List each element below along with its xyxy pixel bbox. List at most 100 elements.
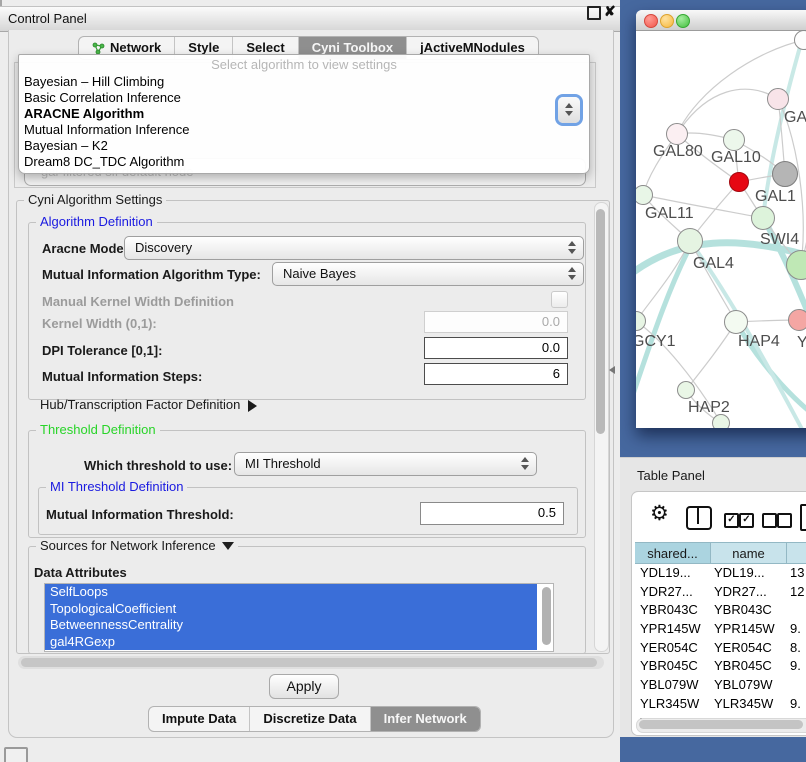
- node-label: GAL4: [693, 255, 734, 273]
- table-horizontal-scrollbar[interactable]: [636, 718, 806, 733]
- algorithm-option[interactable]: Bayesian – K2: [19, 138, 589, 154]
- column-header-name[interactable]: name: [711, 542, 787, 564]
- data-attribute-item[interactable]: BetweennessCentrality: [45, 617, 537, 634]
- network-node[interactable]: [666, 123, 688, 145]
- table-body: YDL19...YDL19...13YDR27...YDR27...12YBR0…: [635, 564, 806, 735]
- table-row[interactable]: YBR043CYBR043C: [635, 601, 806, 620]
- node-label: GAL1: [755, 188, 796, 206]
- network-node[interactable]: [788, 309, 806, 331]
- mi-steps-field[interactable]: 6: [424, 363, 568, 385]
- data-attributes-label: Data Attributes: [34, 565, 127, 580]
- network-icon: [92, 42, 105, 55]
- network-canvas[interactable]: GALGAL80GAL10GAL1GAL11SWI4GAL4GCY1HAP4YH…: [636, 31, 806, 428]
- network-node[interactable]: [677, 381, 695, 399]
- network-node[interactable]: [772, 161, 798, 187]
- deselect-all-checkbox-icon[interactable]: [777, 513, 792, 528]
- collapse-down-icon: [222, 542, 234, 550]
- table-cell: 12: [790, 583, 806, 602]
- algorithm-option[interactable]: Dream8 DC_TDC Algorithm: [19, 154, 589, 170]
- algorithm-option[interactable]: Mutual Information Inference: [19, 122, 589, 138]
- algorithm-option[interactable]: Basic Correlation Inference: [19, 90, 589, 106]
- aracne-mode-combobox[interactable]: Discovery: [124, 236, 584, 260]
- table-row[interactable]: YBR045CYBR045C9.: [635, 657, 806, 676]
- data-attributes-listbox: SelfLoopsTopologicalCoefficientBetweenne…: [44, 583, 554, 652]
- settings-vertical-scrollbar[interactable]: [594, 202, 609, 652]
- table-cell: YBL079W: [635, 676, 714, 695]
- aracne-mode-label: Aracne Mode:: [42, 241, 128, 256]
- zoom-traffic-light[interactable]: [676, 14, 690, 28]
- table-cell: YPR145W: [635, 620, 714, 639]
- network-node[interactable]: [767, 88, 789, 110]
- network-node[interactable]: [712, 414, 730, 428]
- column-header-partial[interactable]: [787, 542, 806, 564]
- settings-horizontal-scrollbar[interactable]: [18, 656, 604, 669]
- page-icon[interactable]: [800, 504, 806, 531]
- network-node[interactable]: [677, 228, 703, 254]
- network-node[interactable]: [729, 172, 749, 192]
- node-label: GCY1: [636, 333, 676, 351]
- panel-divider-collapse-arrow[interactable]: [609, 366, 615, 374]
- table-row[interactable]: YDR27...YDR27...12: [635, 583, 806, 602]
- data-attribute-item[interactable]: TopologicalCoefficient: [45, 601, 537, 618]
- list-scrollbar[interactable]: [542, 587, 551, 645]
- column-header-shared-name[interactable]: shared...: [635, 542, 711, 564]
- table-cell: YDL19...: [714, 564, 790, 583]
- mi-type-label: Mutual Information Algorithm Type:: [42, 267, 261, 282]
- table-row[interactable]: YDL19...YDL19...13: [635, 564, 806, 583]
- mi-threshold-field[interactable]: 0.5: [420, 502, 564, 525]
- table-row[interactable]: YPR145WYPR145W9.: [635, 620, 806, 639]
- network-node[interactable]: [751, 206, 775, 230]
- table-cell: YBR043C: [635, 601, 714, 620]
- sources-title[interactable]: Sources for Network Inference: [36, 538, 238, 553]
- close-icon[interactable]: ✘: [604, 3, 616, 20]
- deselect-all-checkbox-icon[interactable]: [762, 513, 777, 528]
- table-row[interactable]: YER054CYER054C8.: [635, 639, 806, 658]
- kernel-width-field[interactable]: 0.0: [424, 311, 568, 333]
- data-attribute-item[interactable]: SelfLoops: [45, 584, 537, 601]
- network-node[interactable]: [724, 310, 748, 334]
- mi-steps-label: Mutual Information Steps:: [42, 369, 202, 384]
- close-traffic-light[interactable]: [644, 14, 658, 28]
- network-window-titlebar[interactable]: [636, 10, 806, 31]
- apply-button[interactable]: Apply: [269, 674, 339, 699]
- algorithm-option[interactable]: ARACNE Algorithm: [19, 106, 589, 122]
- table-row[interactable]: YBL079WYBL079W: [635, 676, 806, 695]
- table-cell: 8.: [790, 639, 806, 658]
- tab-impute-data[interactable]: Impute Data: [149, 707, 249, 731]
- network-view-window[interactable]: GALGAL80GAL10GAL1GAL11SWI4GAL4GCY1HAP4YH…: [636, 10, 806, 428]
- select-all-checkbox-icon[interactable]: ✓: [739, 513, 754, 528]
- cyni-settings-title: Cyni Algorithm Settings: [24, 192, 166, 207]
- manual-kernel-label: Manual Kernel Width Definition: [42, 294, 234, 309]
- node-label: GAL10: [711, 149, 761, 167]
- table-cell: 9.: [790, 620, 806, 639]
- tab-discretize-data[interactable]: Discretize Data: [249, 707, 369, 731]
- dock-corner-button[interactable]: [4, 747, 28, 762]
- manual-kernel-checkbox[interactable]: [551, 291, 568, 308]
- table-cell: 9.: [790, 695, 806, 714]
- expand-right-icon: [248, 400, 257, 412]
- float-window-icon[interactable]: [587, 6, 601, 20]
- data-attribute-item[interactable]: gal4RGexp: [45, 634, 537, 651]
- algorithm-definition-title: Algorithm Definition: [36, 214, 157, 229]
- control-panel-title: Control Panel: [8, 11, 87, 26]
- table-cell: YBR045C: [635, 657, 714, 676]
- minimize-traffic-light[interactable]: [660, 14, 674, 28]
- table-cell: YER054C: [714, 639, 790, 658]
- mi-threshold-label: Mutual Information Threshold:: [46, 507, 234, 522]
- dpi-tolerance-field[interactable]: 0.0: [424, 337, 568, 359]
- table-cell: YER054C: [635, 639, 714, 658]
- algorithm-dropdown-list: Bayesian – Hill ClimbingBasic Correlatio…: [19, 74, 589, 170]
- columns-icon[interactable]: [686, 506, 712, 530]
- network-node[interactable]: [723, 129, 745, 151]
- table-cell: 9.: [790, 657, 806, 676]
- algorithm-dropdown-placeholder: Select algorithm to view settings: [19, 56, 589, 74]
- hub-definition-expander[interactable]: Hub/Transcription Factor Definition: [40, 397, 257, 412]
- tab-infer-network[interactable]: Infer Network: [370, 707, 480, 731]
- algorithm-combobox-stepper[interactable]: [558, 97, 580, 123]
- algorithm-option[interactable]: Bayesian – Hill Climbing: [19, 74, 589, 90]
- mi-type-combobox[interactable]: Naive Bayes: [272, 262, 584, 286]
- gear-icon[interactable]: ⚙: [650, 501, 669, 526]
- select-all-checkbox-icon[interactable]: ✓: [724, 513, 739, 528]
- table-row[interactable]: YLR345WYLR345W9.: [635, 695, 806, 714]
- which-threshold-combobox[interactable]: MI Threshold: [234, 452, 537, 476]
